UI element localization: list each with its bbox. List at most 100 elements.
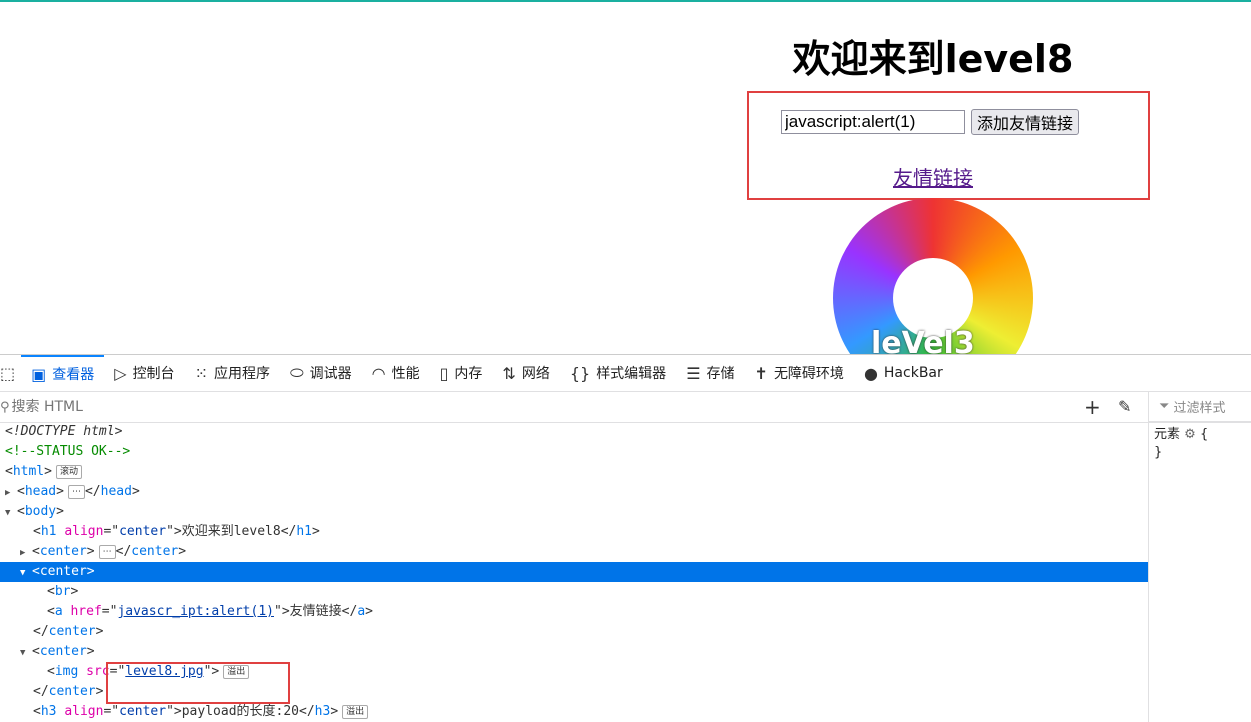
attr-value-link[interactable]: javascr_ipt:alert(1) [117,604,274,619]
html-search-bar: ⚲ + ✎ [0,392,1251,423]
rule-open-brace: { [1199,427,1209,442]
tab-style-editor[interactable]: {} 样式编辑器 [560,355,676,391]
tab-label: 内存 [454,366,483,382]
tag-name: head [100,484,132,499]
gear-icon[interactable]: ⚙ [1184,427,1196,442]
ellipsis-badge[interactable]: ⋯ [98,544,116,559]
tab-performance[interactable]: ◠ 性能 [362,355,430,391]
tab-label: 应用程序 [213,366,270,382]
storage-icon: ☰ [686,363,701,383]
add-node-icon[interactable]: + [1084,395,1101,419]
application-icon: ⁙ [194,363,208,383]
element-rule: 元素 ⚙ { } [1149,422,1251,466]
hackbar-icon: ● [863,363,878,383]
filter-placeholder: 过滤样式 [1173,400,1226,416]
tree-row[interactable]: <br> [0,582,1148,602]
tree-row[interactable]: ▼ <center> [0,642,1148,662]
scroll-badge[interactable]: 滚动 [55,464,82,479]
tab-label: 网络 [521,366,550,382]
tag-name: center [48,624,96,639]
eyedropper-icon[interactable]: ✎ [1118,397,1131,416]
tree-row[interactable]: <!--STATUS OK--> [0,442,1148,462]
expand-icon[interactable]: ▶ [0,483,17,503]
tree-row[interactable]: ▼ <body> [0,502,1148,522]
filter-styles[interactable]: ⏷ 过滤样式 [1149,391,1251,422]
tab-label: 控制台 [132,366,175,382]
html-search-input[interactable] [9,398,914,416]
tag-name: center [48,684,96,699]
attr-name: href [70,604,102,619]
tag-name: br [54,584,71,599]
node-text: 欢迎来到level8 [181,524,281,539]
add-link-button[interactable]: 添加友情链接 [971,109,1080,135]
collapse-icon[interactable]: ▼ [20,643,32,663]
tab-network[interactable]: ⇅ 网络 [492,355,559,391]
link-input[interactable] [781,110,965,134]
tree-row[interactable]: <h1 align="center">欢迎来到level8</h1> [0,522,1148,542]
level8-logo-image: leVel3 [833,198,1033,354]
tree-row[interactable]: ▶ <head> ⋯ </head> [0,482,1148,502]
tag-name: center [39,644,87,659]
attr-value: center [119,704,167,719]
tree-row[interactable]: </center> [0,622,1148,642]
tab-application[interactable]: ⁙ 应用程序 [185,355,280,391]
node-text: 友情链接 [289,604,342,619]
search-icon: ⚲ [0,399,10,415]
tab-label: 查看器 [52,367,95,383]
collapse-icon[interactable]: ▼ [20,563,32,583]
tab-debugger[interactable]: ⬭ 调试器 [280,355,362,391]
tag-name: body [24,504,57,519]
friend-link[interactable]: 友情链接 [893,162,973,191]
expand-icon[interactable]: ▶ [20,543,32,563]
tab-label: 无障碍环境 [773,366,844,382]
tag-name: html [12,464,45,479]
tab-memory[interactable]: ▯ 内存 [430,355,493,391]
markup-tree: <!DOCTYPE html> <!--STATUS OK--> <html> 滚… [0,422,1148,722]
tab-hackbar[interactable]: ● HackBar [854,355,953,391]
tree-row[interactable]: <h3 align="center">payload的长度:20</h3> 溢出 [0,702,1148,722]
tree-row[interactable]: <html> 滚动 [0,462,1148,482]
comment-text: <!--STATUS OK--> [5,444,131,459]
tab-inspector[interactable]: ▣ 查看器 [21,355,105,391]
attr-name: align [64,704,104,719]
network-icon: ⇅ [502,363,516,383]
tab-label: 存储 [706,366,735,382]
inspector-icon: ▣ [31,364,47,384]
performance-icon: ◠ [371,363,386,383]
tab-label: 调试器 [309,366,352,382]
web-page: 欢迎来到level8 添加友情链接 友情链接 leVel3 [0,2,1251,354]
picker-tab[interactable]: ⬚ [0,355,21,391]
style-editor-icon: {} [569,363,591,383]
rules-sidebar: ⏷ 过滤样式 元素 ⚙ { } [1148,391,1251,722]
tag-name: head [24,484,57,499]
tab-label: HackBar [883,365,943,381]
filter-icon: ⏷ [1159,398,1174,414]
accessibility-icon: ✝ [754,363,768,383]
debugger-icon: ⬭ [289,363,304,382]
logo-text: leVel3 [871,326,975,354]
console-icon: ▷ [114,363,127,383]
attr-value: center [119,524,167,539]
rule-selector: 元素 [1154,427,1181,442]
tag-name: center [39,564,87,579]
node-text: payload的长度:20 [181,704,300,719]
tree-row[interactable]: ▶ <center> ⋯ </center> [0,542,1148,562]
ellipsis-badge[interactable]: ⋯ [67,484,85,499]
devtools-tabs: ⬚ ▣ 查看器 ▷ 控制台 ⁙ 应用程序 ⬭ 调试器 ◠ 性能 ▯ 内存 ⇅ 网络 {} 样式编… [0,355,1251,392]
devtools-panel: ⬚ ▣ 查看器 ▷ 控制台 ⁙ 应用程序 ⬭ 调试器 ◠ 性能 ▯ 内存 ⇅ 网络 {} 样式编… [0,354,1251,722]
tree-row-selected[interactable]: ▼ <center> [0,562,1148,582]
tab-console[interactable]: ▷ 控制台 [104,355,184,391]
tab-storage[interactable]: ☰ 存储 [676,355,744,391]
overflow-badge[interactable]: 溢出 [342,704,369,719]
attr-name: align [64,524,104,539]
tree-row[interactable]: <!DOCTYPE html> [0,422,1148,442]
tree-row[interactable]: <a href="javascr_ipt:alert(1)">友情链接</a> [0,602,1148,622]
memory-icon: ▯ [439,363,449,383]
tab-label: 性能 [391,366,420,382]
page-heading: 欢迎来到level8 [792,37,1074,81]
highlight-box-href [106,662,290,704]
collapse-icon[interactable]: ▼ [0,503,17,523]
element-picker-icon: ⬚ [0,363,16,383]
tab-accessibility[interactable]: ✝ 无障碍环境 [745,355,854,391]
doctype-text: <!DOCTYPE html> [5,424,123,439]
